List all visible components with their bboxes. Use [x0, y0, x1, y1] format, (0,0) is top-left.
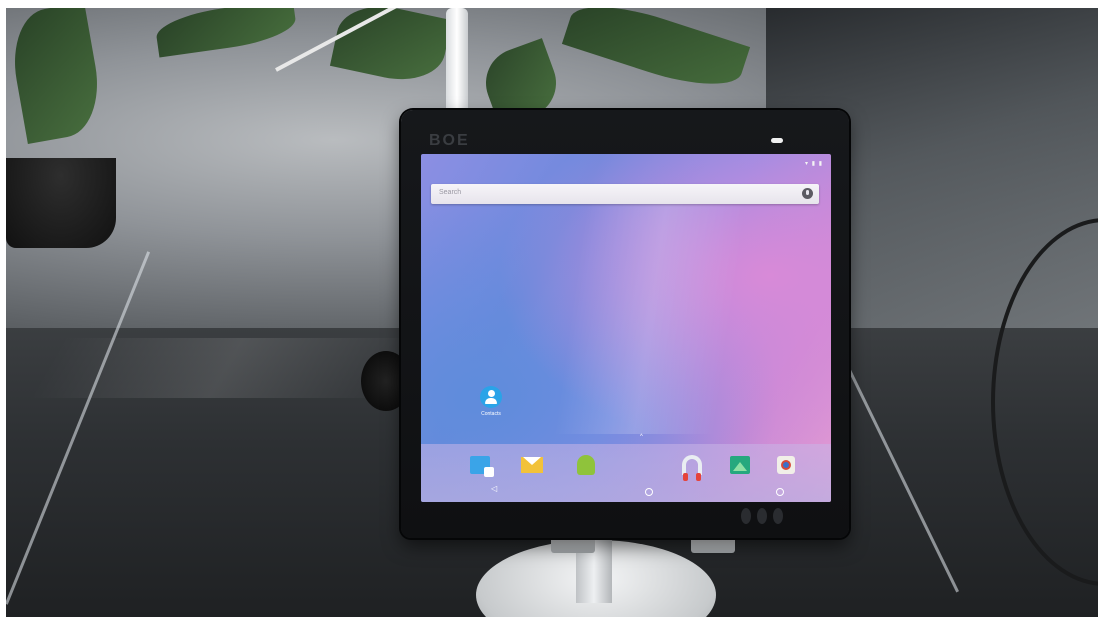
contacts-icon	[480, 386, 502, 408]
music-headphones-icon	[682, 455, 702, 481]
dock-android[interactable]	[575, 454, 597, 476]
contacts-label: Contacts	[481, 411, 501, 417]
search-placeholder: Search	[439, 189, 462, 196]
dock-email[interactable]	[521, 454, 543, 476]
messaging-icon	[470, 456, 494, 477]
home-app-contacts[interactable]: Contacts	[471, 386, 511, 417]
back-icon[interactable]: ◁	[491, 484, 497, 493]
search-bar[interactable]: Search	[431, 184, 819, 204]
gallery-icon	[730, 456, 750, 474]
app-dock: ◁	[421, 444, 831, 502]
tablet-screen[interactable]: ▾ ▮ ▮ Search Contacts ^ ◁	[421, 154, 831, 502]
white-cable	[446, 8, 468, 118]
dock-messaging[interactable]	[469, 454, 494, 477]
photo-frame: BOE ▾ ▮ ▮ Search Contacts ^ ◁	[6, 8, 1098, 617]
dock-music[interactable]	[681, 454, 703, 481]
home-icon[interactable]	[645, 488, 653, 496]
email-icon	[521, 457, 543, 473]
browser-icon	[777, 456, 795, 474]
foldable-tablet: BOE ▾ ▮ ▮ Search Contacts ^ ◁	[401, 110, 849, 538]
device-sensors	[741, 508, 783, 524]
dock-gallery[interactable]	[729, 454, 751, 476]
plant-pot	[6, 158, 116, 248]
dock-browser[interactable]	[775, 454, 797, 476]
mic-icon[interactable]	[802, 188, 813, 199]
app-drawer-arrow-icon[interactable]: ^	[640, 434, 643, 440]
android-icon	[577, 455, 595, 475]
screen-reflection	[554, 194, 748, 434]
recents-icon[interactable]	[776, 488, 784, 496]
status-bar: ▾ ▮ ▮	[805, 161, 823, 167]
front-camera	[771, 138, 783, 143]
brand-logo: BOE	[429, 132, 470, 149]
